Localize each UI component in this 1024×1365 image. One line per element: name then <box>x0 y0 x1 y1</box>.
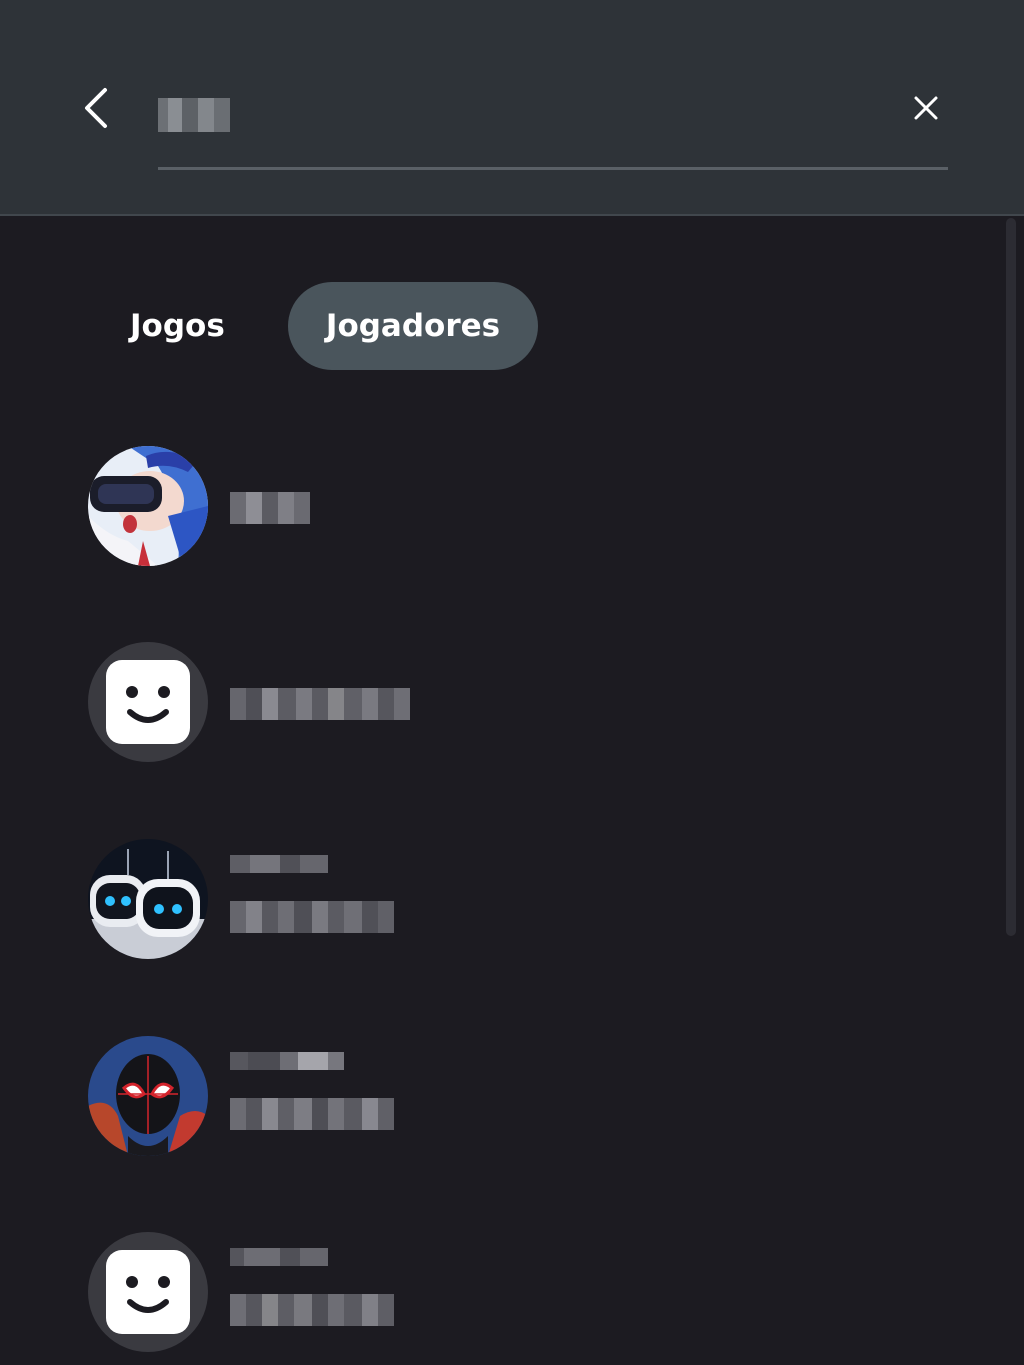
astro-bots-avatar <box>88 839 208 959</box>
list-item[interactable]: █████ ████████ <box>88 1232 968 1352</box>
player-info: █████ ████████ <box>230 839 830 959</box>
player-real-name: ████████ <box>230 1294 394 1326</box>
player-info: █████ ████████ <box>230 1232 830 1352</box>
player-name: ████ <box>230 492 310 524</box>
player-info: ████ <box>230 446 830 566</box>
list-item[interactable]: █████████ <box>88 642 968 762</box>
player-real-name: ████████ <box>230 1098 394 1130</box>
tab-jogos[interactable]: Jogos <box>88 282 288 370</box>
search-underline <box>158 167 948 170</box>
tab-jogadores[interactable]: Jogadores <box>288 282 538 370</box>
back-button[interactable] <box>70 80 122 140</box>
default-smiley-avatar <box>88 642 208 762</box>
player-real-name: ████████ <box>230 901 394 933</box>
player-info: █████████ <box>230 642 830 762</box>
player-name: ██████ <box>230 1052 344 1070</box>
list-item[interactable]: ████ <box>88 446 968 566</box>
default-smiley-avatar <box>88 1232 208 1352</box>
search-header: ████ <box>0 0 1024 216</box>
search-input[interactable]: ████ <box>158 80 898 140</box>
clear-search-button[interactable] <box>900 84 952 136</box>
list-item[interactable]: █████ ████████ <box>88 839 968 959</box>
list-item[interactable]: ██████ ████████ <box>88 1036 968 1156</box>
player-info: ██████ ████████ <box>230 1036 830 1156</box>
anime-vr-girl-avatar <box>88 446 208 566</box>
miles-morales-avatar <box>88 1036 208 1156</box>
player-name: █████████ <box>230 688 410 720</box>
player-name: █████ <box>230 1248 328 1266</box>
player-name: █████ <box>230 855 328 873</box>
close-icon <box>913 95 939 125</box>
chevron-left-icon <box>81 86 111 134</box>
search-query-text: ████ <box>158 98 230 132</box>
scrollbar[interactable] <box>1006 218 1016 936</box>
category-tabs: Jogos Jogadores <box>88 282 538 370</box>
